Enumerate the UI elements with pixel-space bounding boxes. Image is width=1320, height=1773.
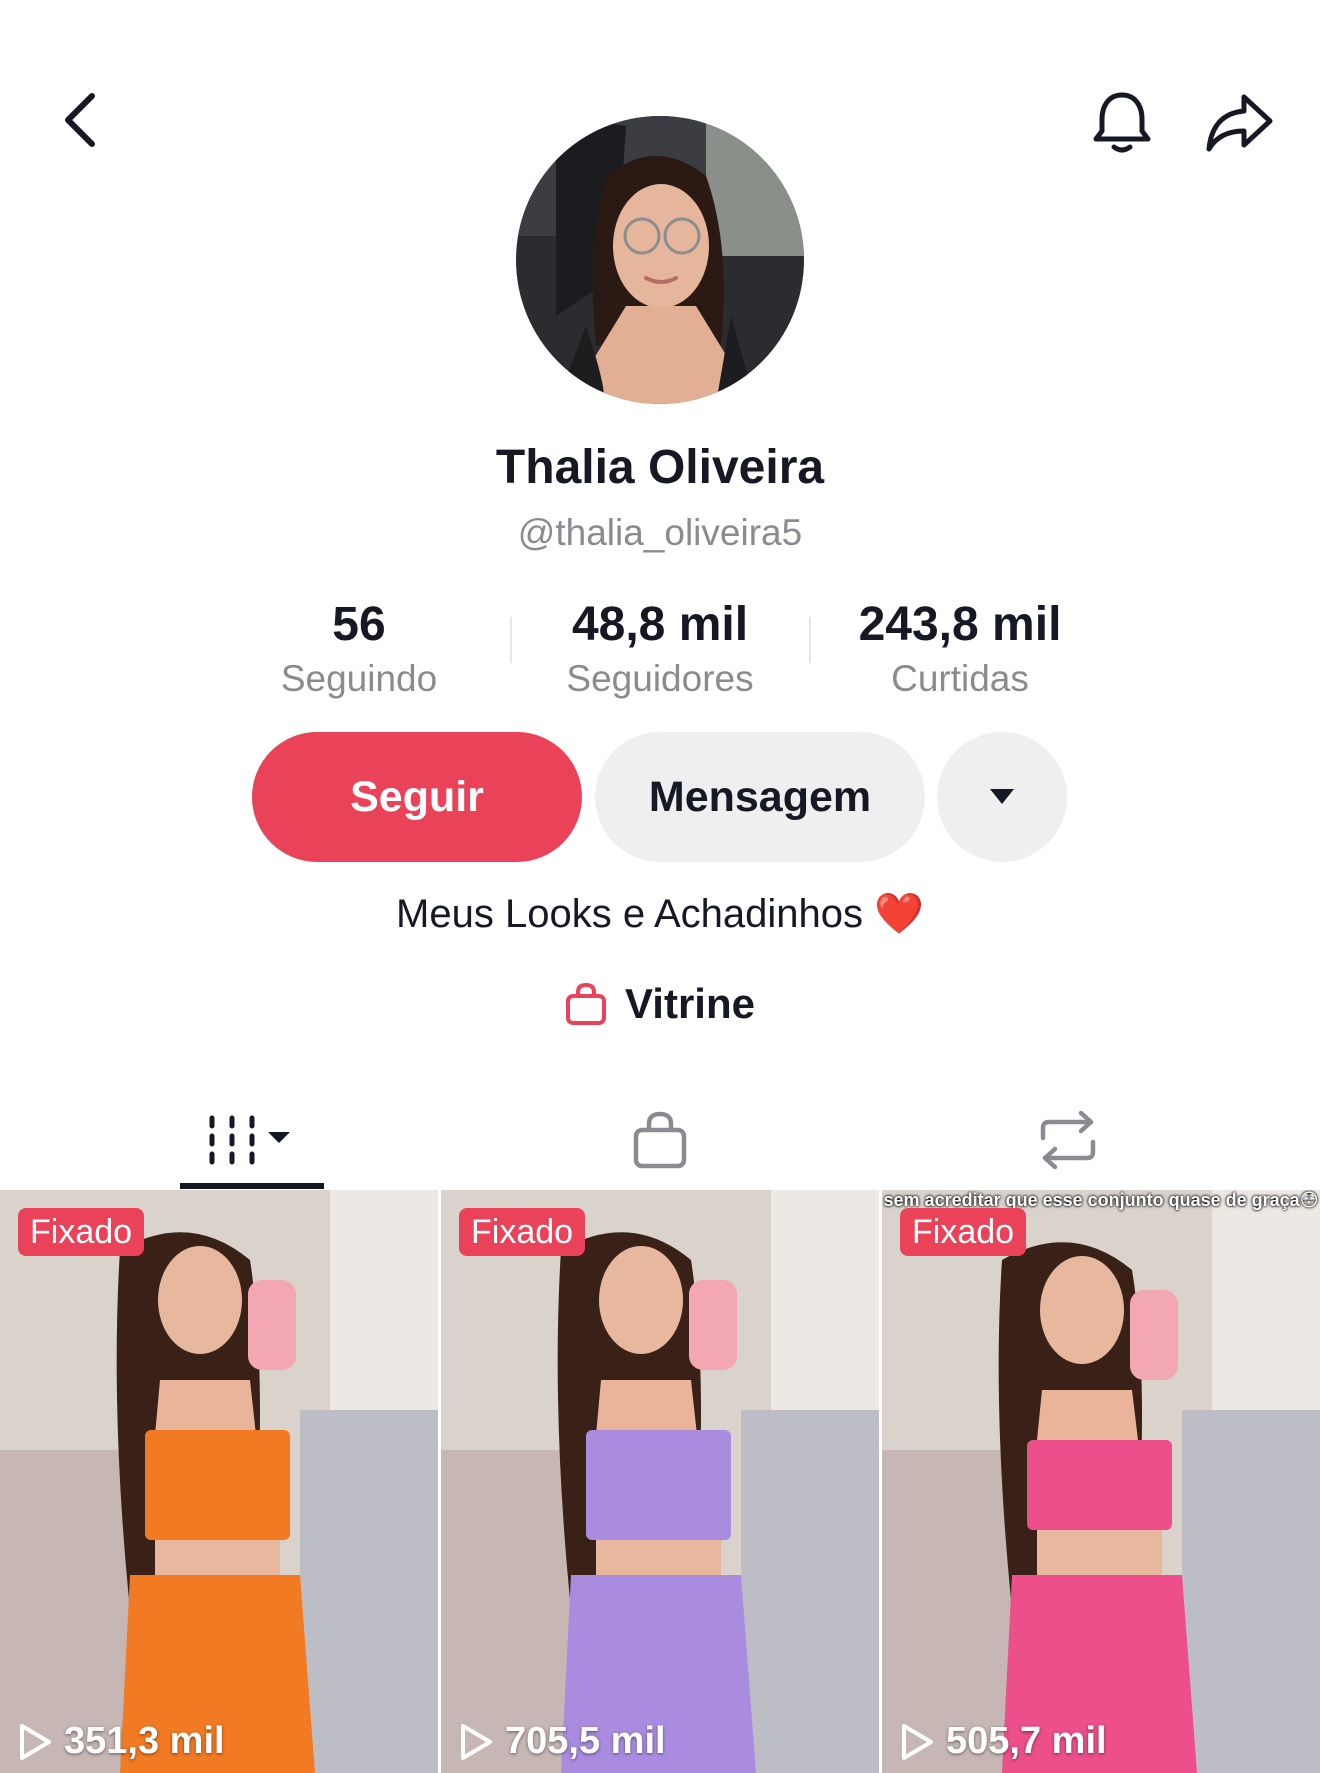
chevron-left-icon <box>65 93 95 147</box>
view-count: 705,5 mil <box>459 1720 666 1763</box>
pinned-badge: Fixado <box>459 1208 586 1256</box>
follow-button[interactable]: Seguir <box>252 732 582 862</box>
video-thumbnail[interactable]: sem acreditar que esse conjunto quase de… <box>882 1190 1320 1773</box>
stat-value: 48,8 mil <box>571 598 749 651</box>
stat-likes[interactable]: 243,8 mil Curtidas <box>820 595 1100 703</box>
stat-label: Curtidas <box>891 658 1029 699</box>
play-outline-icon <box>902 1723 933 1760</box>
video-thumbnail[interactable]: Fixado 351,3 mil <box>0 1190 438 1773</box>
stat-divider <box>809 617 811 663</box>
share-arrow-icon <box>1206 94 1273 152</box>
shopping-bag-icon <box>633 1111 687 1169</box>
active-tab-indicator <box>180 1183 324 1189</box>
view-count: 505,7 mil <box>900 1720 1107 1763</box>
video-grid: Fixado 351,3 mil Fixado 705,5 mil sem ac… <box>0 1190 1320 1773</box>
video-preview-image <box>0 1190 438 1773</box>
stat-label: Seguidores <box>566 658 754 699</box>
message-button[interactable]: Mensagem <box>595 732 925 862</box>
view-count: 351,3 mil <box>18 1720 225 1763</box>
repost-icon <box>1040 1110 1096 1170</box>
stat-value: 56 <box>332 598 386 651</box>
pinned-badge: Fixado <box>900 1208 1027 1256</box>
shopping-bag-icon <box>566 982 607 1025</box>
content-tabs <box>0 1090 1320 1190</box>
back-button[interactable] <box>50 90 110 150</box>
stat-followers[interactable]: 48,8 mil Seguidores <box>520 595 800 703</box>
profile-handle: @thalia_oliveira5 <box>517 512 803 553</box>
showcase-label: Vitrine <box>625 980 755 1027</box>
profile-name: Thalia Oliveira <box>495 441 825 494</box>
profile-actions: Seguir Mensagem <box>0 732 1320 862</box>
profile-bio: Meus Looks e Achadinhos ❤️ <box>396 892 924 936</box>
view-count-text: 705,5 mil <box>505 1720 666 1762</box>
videos-grid-icon <box>209 1115 290 1165</box>
view-count-text: 505,7 mil <box>946 1720 1107 1762</box>
caret-down-icon <box>990 789 1014 804</box>
notification-bell-button[interactable] <box>1088 88 1156 158</box>
view-count-text: 351,3 mil <box>64 1720 225 1762</box>
tab-videos[interactable] <box>30 1090 470 1190</box>
stat-divider <box>510 617 512 663</box>
tab-reposts[interactable] <box>848 1090 1288 1190</box>
video-preview-image <box>882 1190 1320 1773</box>
play-outline-icon <box>461 1723 492 1760</box>
profile-avatar[interactable] <box>516 116 804 404</box>
stat-following[interactable]: 56 Seguindo <box>219 595 499 703</box>
share-button[interactable] <box>1200 88 1280 158</box>
profile-stats: 56 Seguindo 48,8 mil Seguidores 243,8 mi… <box>0 595 1320 705</box>
stat-label: Seguindo <box>280 658 438 699</box>
video-preview-image <box>441 1190 879 1773</box>
bell-icon <box>1093 92 1151 153</box>
more-options-button[interactable] <box>937 732 1067 862</box>
pinned-badge: Fixado <box>18 1208 145 1256</box>
video-thumbnail[interactable]: Fixado 705,5 mil <box>441 1190 879 1773</box>
play-outline-icon <box>20 1723 51 1760</box>
stat-value: 243,8 mil <box>858 598 1062 651</box>
showcase-link[interactable]: Vitrine <box>0 980 1320 1028</box>
tab-shop[interactable] <box>440 1090 880 1190</box>
